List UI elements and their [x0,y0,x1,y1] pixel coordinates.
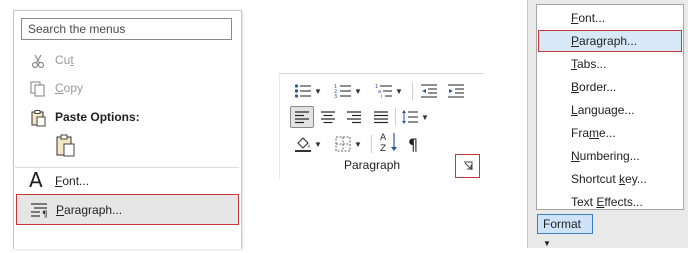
borders-icon [335,136,351,152]
svg-text:Z: Z [380,144,386,153]
chevron-down-icon: ▼ [421,112,429,122]
align-right-icon [347,111,361,124]
copy-label: Copy [55,81,84,95]
increase-indent-button[interactable] [447,81,465,101]
increase-indent-icon [448,84,464,98]
paragraph-dialog-launcher[interactable] [455,154,480,178]
dialog-launcher-icon [464,161,473,170]
format-menu-item-language[interactable]: Language... [571,103,634,117]
numbering-icon: 1 2 3 [334,84,351,99]
chevron-down-icon: ▼ [314,139,322,149]
format-menu-item-border[interactable]: Border... [571,80,616,94]
paste-options-label: Paste Options: [55,110,140,124]
font-label: Font... [55,174,90,188]
format-menu-item-numbering[interactable]: Numbering... [571,149,640,163]
justify-icon [374,111,388,124]
ribbon-separator [412,82,413,100]
align-left-button[interactable] [290,106,314,128]
format-menu-item-tabs[interactable]: Tabs... [571,57,606,71]
format-menu-item-text-effects[interactable]: Text Effects... [571,195,643,209]
paragraph-label: Paragraph... [56,203,123,217]
ribbon-separator [371,135,372,153]
format-menu-item-font[interactable]: Font... [571,11,605,25]
cut-label: Cut [55,53,74,67]
align-center-button[interactable] [320,107,336,127]
cut-menu-item[interactable]: Cut [15,47,238,73]
multilevel-list-button[interactable]: 1 a i ▼ [375,81,403,101]
justify-button[interactable] [373,107,389,127]
align-left-icon [295,111,309,124]
ribbon-group-title: Paragraph [344,158,401,172]
align-right-button[interactable] [346,107,362,127]
font-icon: A [29,168,43,192]
context-menu: Search the menus Cut Copy Paste Options:… [13,10,242,249]
copy-icon [29,80,47,98]
svg-text:¶: ¶ [42,210,48,218]
copy-menu-item[interactable]: Copy [15,75,238,101]
line-spacing-icon [402,110,418,124]
svg-text:3: 3 [334,94,337,99]
paragraph-ribbon-group: ▼ 1 2 3 ▼ 1 a i ▼ ▼ ▼ ▼ A Z ¶ Paragraph [279,73,484,179]
chevron-down-icon: ▼ [354,139,362,149]
bullets-icon [294,84,311,98]
svg-text:A: A [380,133,387,143]
format-menu-item-paragraph[interactable]: Paragraph... [571,34,637,48]
line-spacing-button[interactable]: ▼ [401,107,429,127]
scissors-icon [29,52,47,70]
ribbon-separator [395,108,396,126]
sort-button[interactable]: A Z [379,132,399,153]
chevron-down-icon: ▼ [354,86,362,96]
pilcrow-icon: ¶ [408,134,419,154]
chevron-down-icon: ▼ [314,86,322,96]
borders-button[interactable]: ▼ [334,134,362,154]
numbering-button[interactable]: 1 2 3 ▼ [334,81,362,101]
paragraph-menu-item[interactable]: ¶ Paragraph... [16,194,239,225]
format-button-label: Format [543,217,582,231]
svg-text:i: i [381,94,382,99]
multilevel-list-icon: 1 a i [375,84,392,99]
clipboard-icon [56,134,75,157]
paste-keep-source-button[interactable] [54,133,78,159]
shading-button[interactable]: ▼ [294,134,322,154]
format-menu-list: Font... Paragraph... Tabs... Border... L… [536,4,684,210]
paste-icon [29,109,47,127]
chevron-down-icon: ▼ [543,239,551,248]
align-center-icon [321,111,335,124]
font-menu-item[interactable]: A Font... [15,168,238,194]
show-formatting-marks-button[interactable]: ¶ [408,134,418,154]
paint-bucket-icon [295,137,311,152]
chevron-down-icon: ▼ [395,86,403,96]
decrease-indent-icon [421,84,437,98]
search-menus-input[interactable]: Search the menus [21,18,232,40]
paragraph-icon: ¶ [30,202,48,220]
format-menu-item-shortcut-key[interactable]: Shortcut key... [571,172,647,186]
bullets-button[interactable]: ▼ [294,81,322,101]
decrease-indent-button[interactable] [420,81,438,101]
format-menu-panel: Font... Paragraph... Tabs... Border... L… [527,0,688,248]
paste-options-item: Paste Options: [15,104,238,130]
format-menu-item-frame[interactable]: Frame... [571,126,616,140]
format-dropdown-button[interactable]: Format ▼ [537,214,593,248]
sort-az-icon: A Z [380,133,397,153]
